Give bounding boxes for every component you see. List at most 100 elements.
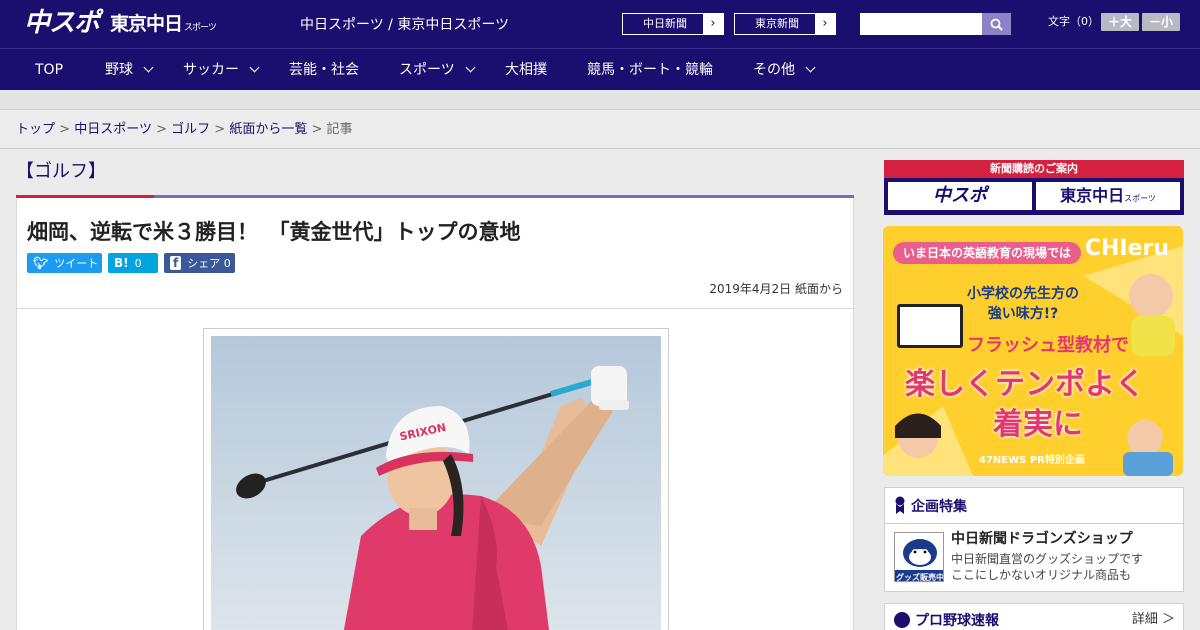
breadcrumb-golf[interactable]: ゴルフ — [171, 122, 210, 137]
search-icon — [990, 18, 1003, 31]
dragons-mascot-icon: グッズ販売中 — [895, 533, 944, 582]
tokyo-chunichi-logo[interactable]: 東京中日 スポーツ — [110, 12, 217, 40]
article-divider — [17, 308, 853, 309]
subscription-banner[interactable]: 新聞購読のご案内 中スポ 東京中日スポーツ — [884, 160, 1184, 215]
nav-label: サッカー — [183, 62, 239, 78]
baseball-title: プロ野球速報 — [915, 613, 999, 629]
chunichi-shimbun-link[interactable]: 中日新聞 › — [622, 13, 724, 35]
hatena-count: 0 — [134, 257, 142, 270]
breadcrumb-chunichi-sports[interactable]: 中日スポーツ — [74, 122, 152, 137]
ad-subtitle-line1: 小学校の先生方の — [967, 286, 1079, 302]
ad-footer: 47NEWS PR特別企画 — [979, 455, 1085, 466]
nav-label: TOP — [35, 62, 64, 78]
nav-label: 野球 — [105, 62, 133, 78]
article-date: 2019年4月2日 紙面から — [709, 282, 843, 296]
breadcrumb-print-list[interactable]: 紙面から一覧 — [229, 122, 307, 137]
font-increase-button[interactable]: ＋大 — [1101, 13, 1139, 31]
chevron-down-icon — [143, 62, 154, 73]
breadcrumb-separator: > — [156, 122, 167, 137]
search-input[interactable] — [860, 13, 982, 35]
shop-description: 中日新聞直営のグッズショップです ここにしかないオリジナル商品も — [951, 551, 1143, 583]
breadcrumb-bar: トップ > 中日スポーツ > ゴルフ > 紙面から一覧 > 記事 — [0, 111, 1200, 149]
facebook-label: シェア — [187, 257, 221, 270]
subscription-chuspo-logo[interactable]: 中スポ — [888, 182, 1032, 210]
spacer-strip — [0, 90, 1200, 110]
nav-label: 大相撲 — [505, 62, 547, 78]
subscription-tokyo-text: 東京中日 — [1060, 186, 1125, 205]
breadcrumb-separator: > — [311, 122, 323, 137]
facebook-share-button[interactable]: f シェア 0 — [164, 253, 235, 273]
nav-item-other[interactable]: その他 — [753, 49, 816, 91]
breadcrumb-top[interactable]: トップ — [16, 122, 55, 137]
chevron-down-icon — [465, 62, 476, 73]
baseball-scores-box: プロ野球速報 詳細 ＞ — [884, 603, 1184, 630]
ribbon-icon — [895, 496, 905, 514]
breadcrumb-separator: > — [214, 122, 226, 137]
ad-tagline: いま日本の英語教育の現場では — [893, 242, 1082, 264]
search-button[interactable] — [982, 13, 1011, 35]
font-decrease-button[interactable]: －小 — [1142, 13, 1180, 31]
article-photo-frame: SRIXON — [203, 328, 669, 630]
hatena-bookmark-button[interactable]: B! 0 — [108, 253, 158, 273]
article-photo[interactable]: SRIXON — [211, 336, 661, 630]
nav-item-entertainment[interactable]: 芸能・社会 — [289, 49, 359, 91]
breadcrumb: トップ > 中日スポーツ > ゴルフ > 紙面から一覧 > 記事 — [16, 121, 353, 139]
nav-item-soccer[interactable]: サッカー — [183, 49, 260, 91]
facebook-icon: f — [170, 256, 182, 270]
nav-item-racing[interactable]: 競馬・ボート・競輪 — [587, 49, 713, 91]
paper-link-label: 東京新聞 — [755, 17, 799, 30]
feature-title: 企画特集 — [911, 499, 967, 515]
chevron-down-icon — [805, 62, 816, 73]
dragons-shop-thumbnail[interactable]: グッズ販売中 — [894, 532, 944, 582]
breadcrumb-separator: > — [59, 122, 71, 137]
shop-desc-line1: 中日新聞直営のグッズショップです — [951, 552, 1144, 566]
shop-desc-line2: ここにしかないオリジナル商品も — [951, 568, 1132, 582]
tweet-label: ツイート — [54, 257, 99, 270]
nav-item-top[interactable]: TOP — [35, 49, 63, 91]
tokyo-shimbun-link[interactable]: 東京新聞 › — [734, 13, 836, 35]
site-name: 中日スポーツ / 東京中日スポーツ — [300, 17, 510, 33]
subscription-tokyo-sub: スポーツ — [1124, 194, 1156, 203]
ad-subtitle: 小学校の先生方の 強い味方!? — [943, 284, 1103, 324]
chevron-right-icon: › — [703, 14, 723, 34]
nav-label: スポーツ — [399, 62, 455, 78]
article-headline: 畑岡、逆転で米３勝目！ 「黄金世代」トップの意地 — [27, 220, 521, 244]
twitter-icon: 🐦︎ — [33, 256, 49, 270]
shop-title-link[interactable]: 中日新聞ドラゴンズショップ — [951, 530, 1133, 548]
tokyo-logo-sub: スポーツ — [184, 23, 217, 33]
chuspo-logo[interactable]: 中スポ — [24, 8, 100, 38]
section-title: 【ゴルフ】 — [16, 161, 106, 182]
subscription-tokyo-logo[interactable]: 東京中日スポーツ — [1036, 182, 1180, 210]
ad-subtitle-line2: 強い味方!? — [987, 306, 1059, 322]
breadcrumb-current: 記事 — [326, 122, 353, 137]
ad-brand-logo: CHIeru — [1084, 236, 1169, 261]
tweet-button[interactable]: 🐦︎ ツイート — [27, 253, 102, 273]
facebook-count: 0 — [223, 257, 231, 270]
golfer-photo-illustration: SRIXON — [211, 336, 661, 630]
feature-box: 企画特集 グッズ販売中 中日新聞ドラゴンズショップ 中日新聞直営のグッズショップ… — [884, 487, 1184, 592]
article-card: 畑岡、逆転で米３勝目！ 「黄金世代」トップの意地 🐦︎ ツイート B! 0 f シェア… — [16, 198, 854, 630]
ad-pink-text: フラッシュ型教材で — [967, 335, 1129, 356]
nav-label: 芸能・社会 — [289, 62, 359, 78]
baseball-detail-link[interactable]: 詳細 ＞ — [1132, 612, 1175, 628]
paper-link-label: 中日新聞 — [643, 17, 687, 30]
nav-item-sumo[interactable]: 大相撲 — [505, 49, 547, 91]
font-size-label: 文字（0） — [1048, 15, 1099, 28]
subscription-title: 新聞購読のご案内 — [884, 160, 1184, 178]
chevron-down-icon — [249, 62, 260, 73]
thumb-label: グッズ販売中 — [896, 572, 944, 582]
feature-header: 企画特集 — [885, 488, 1183, 524]
tokyo-logo-text: 東京中日 — [110, 13, 183, 35]
main-nav: TOP 野球 サッカー 芸能・社会 スポーツ 大相撲 競馬・ボート・競輪 その他 — [0, 48, 1200, 90]
nav-item-baseball[interactable]: 野球 — [105, 49, 154, 91]
ad-headline-1: 楽しくテンポよく — [905, 367, 1145, 402]
nav-item-sports[interactable]: スポーツ — [399, 49, 476, 91]
ad-headline-2: 着実に — [993, 407, 1083, 442]
top-header: 中スポ 東京中日 スポーツ 中日スポーツ / 東京中日スポーツ 中日新聞 › 東京… — [0, 0, 1200, 48]
nav-label: その他 — [753, 62, 795, 78]
chevron-right-icon: › — [815, 14, 835, 34]
hatena-icon: B! — [114, 256, 129, 270]
baseball-icon — [894, 612, 910, 628]
nav-label: 競馬・ボート・競輪 — [587, 62, 713, 78]
advertisement-banner[interactable]: いま日本の英語教育の現場では CHIeru 小学校の先生方の 強い味方!? フラッ… — [883, 226, 1183, 476]
